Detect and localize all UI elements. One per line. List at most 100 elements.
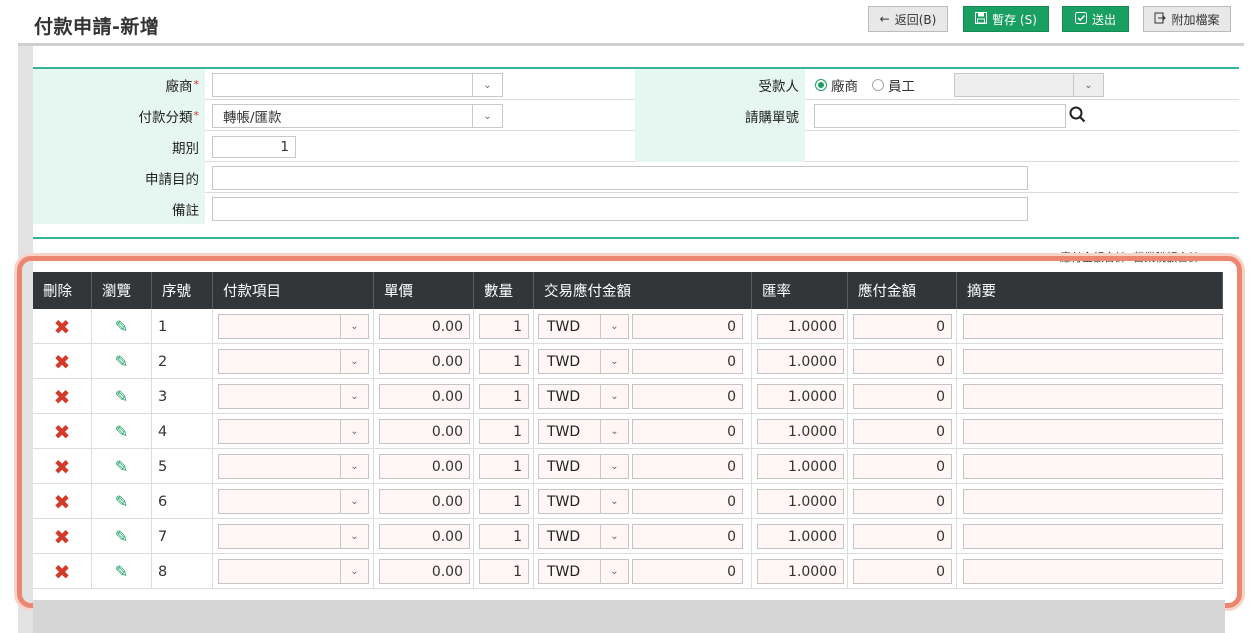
qty-input[interactable]: 1 bbox=[479, 314, 529, 339]
chevron-down-icon[interactable]: ⌄ bbox=[340, 350, 368, 373]
close-x-icon[interactable]: ✖ bbox=[54, 525, 71, 549]
pay-item-select[interactable]: ⌄ bbox=[218, 419, 369, 444]
payee-detail-select[interactable]: ⌄ bbox=[954, 73, 1104, 97]
unit-price-input[interactable]: 0.00 bbox=[379, 349, 470, 374]
rate-input[interactable]: 1.0000 bbox=[757, 454, 844, 479]
rate-input[interactable]: 1.0000 bbox=[757, 419, 844, 444]
chevron-down-icon[interactable]: ⌄ bbox=[1073, 74, 1103, 96]
close-x-icon[interactable]: ✖ bbox=[54, 315, 71, 339]
currency-select[interactable]: TWD ⌄ bbox=[538, 349, 629, 374]
chevron-down-icon[interactable]: ⌄ bbox=[600, 385, 628, 408]
chevron-down-icon[interactable]: ⌄ bbox=[340, 420, 368, 443]
summary-input[interactable] bbox=[963, 524, 1223, 549]
chevron-down-icon[interactable]: ⌄ bbox=[340, 525, 368, 548]
pencil-icon[interactable]: ✎ bbox=[115, 492, 128, 511]
qty-input[interactable]: 1 bbox=[479, 559, 529, 584]
rate-input[interactable]: 1.0000 bbox=[757, 489, 844, 514]
unit-price-input[interactable]: 0.00 bbox=[379, 314, 470, 339]
pay-item-select[interactable]: ⌄ bbox=[218, 454, 369, 479]
payable-input[interactable]: 0 bbox=[853, 419, 952, 444]
period-input[interactable]: 1 bbox=[212, 136, 296, 158]
payable-input[interactable]: 0 bbox=[853, 489, 952, 514]
unit-price-input[interactable]: 0.00 bbox=[379, 419, 470, 444]
qty-input[interactable]: 1 bbox=[479, 419, 529, 444]
txn-amount-input[interactable]: 0 bbox=[632, 454, 743, 479]
close-x-icon[interactable]: ✖ bbox=[54, 560, 71, 584]
chevron-down-icon[interactable]: ⌄ bbox=[600, 490, 628, 513]
currency-select[interactable]: TWD ⌄ bbox=[538, 489, 629, 514]
pencil-icon[interactable]: ✎ bbox=[115, 387, 128, 406]
rate-input[interactable]: 1.0000 bbox=[757, 384, 844, 409]
close-x-icon[interactable]: ✖ bbox=[54, 490, 71, 514]
currency-select[interactable]: TWD ⌄ bbox=[538, 384, 629, 409]
pay-item-select[interactable]: ⌄ bbox=[218, 559, 369, 584]
txn-amount-input[interactable]: 0 bbox=[632, 384, 743, 409]
chevron-down-icon[interactable]: ⌄ bbox=[340, 455, 368, 478]
chevron-down-icon[interactable]: ⌄ bbox=[340, 385, 368, 408]
rate-input[interactable]: 1.0000 bbox=[757, 524, 844, 549]
pencil-icon[interactable]: ✎ bbox=[115, 457, 128, 476]
remark-input[interactable] bbox=[212, 197, 1028, 221]
vendor-select[interactable]: ⌄ bbox=[212, 73, 503, 97]
pay-item-select[interactable]: ⌄ bbox=[218, 524, 369, 549]
summary-input[interactable] bbox=[963, 489, 1223, 514]
rate-input[interactable]: 1.0000 bbox=[757, 349, 844, 374]
rate-input[interactable]: 1.0000 bbox=[757, 559, 844, 584]
submit-button[interactable]: 送出 bbox=[1062, 6, 1129, 32]
purpose-input[interactable] bbox=[212, 166, 1028, 190]
back-button[interactable]: ← 返回(B) bbox=[868, 6, 948, 32]
pr-no-input[interactable] bbox=[814, 104, 1066, 128]
unit-price-input[interactable]: 0.00 bbox=[379, 559, 470, 584]
pay-item-select[interactable]: ⌄ bbox=[218, 349, 369, 374]
txn-amount-input[interactable]: 0 bbox=[632, 559, 743, 584]
pencil-icon[interactable]: ✎ bbox=[115, 352, 128, 371]
chevron-down-icon[interactable]: ⌄ bbox=[600, 560, 628, 583]
currency-select[interactable]: TWD ⌄ bbox=[538, 454, 629, 479]
search-icon[interactable] bbox=[1069, 106, 1086, 127]
chevron-down-icon[interactable]: ⌄ bbox=[340, 490, 368, 513]
close-x-icon[interactable]: ✖ bbox=[54, 420, 71, 444]
save-draft-button[interactable]: 暫存 (S) bbox=[963, 6, 1049, 32]
close-x-icon[interactable]: ✖ bbox=[54, 350, 71, 374]
chevron-down-icon[interactable]: ⌄ bbox=[600, 350, 628, 373]
summary-input[interactable] bbox=[963, 419, 1223, 444]
qty-input[interactable]: 1 bbox=[479, 349, 529, 374]
chevron-down-icon[interactable]: ⌄ bbox=[472, 105, 502, 127]
currency-select[interactable]: TWD ⌄ bbox=[538, 559, 629, 584]
unit-price-input[interactable]: 0.00 bbox=[379, 454, 470, 479]
close-x-icon[interactable]: ✖ bbox=[54, 455, 71, 479]
pencil-icon[interactable]: ✎ bbox=[115, 527, 128, 546]
pay-item-select[interactable]: ⌄ bbox=[218, 384, 369, 409]
category-select[interactable]: 轉帳/匯款 ⌄ bbox=[212, 104, 503, 128]
currency-select[interactable]: TWD ⌄ bbox=[538, 524, 629, 549]
rate-input[interactable]: 1.0000 bbox=[757, 314, 844, 339]
chevron-down-icon[interactable]: ⌄ bbox=[600, 525, 628, 548]
txn-amount-input[interactable]: 0 bbox=[632, 419, 743, 444]
pencil-icon[interactable]: ✎ bbox=[115, 422, 128, 441]
payable-input[interactable]: 0 bbox=[853, 524, 952, 549]
chevron-down-icon[interactable]: ⌄ bbox=[340, 315, 368, 338]
chevron-down-icon[interactable]: ⌄ bbox=[472, 74, 502, 96]
txn-amount-input[interactable]: 0 bbox=[632, 489, 743, 514]
pay-item-select[interactable]: ⌄ bbox=[218, 314, 369, 339]
txn-amount-input[interactable]: 0 bbox=[632, 349, 743, 374]
qty-input[interactable]: 1 bbox=[479, 524, 529, 549]
payable-input[interactable]: 0 bbox=[853, 454, 952, 479]
chevron-down-icon[interactable]: ⌄ bbox=[340, 560, 368, 583]
chevron-down-icon[interactable]: ⌄ bbox=[600, 315, 628, 338]
unit-price-input[interactable]: 0.00 bbox=[379, 489, 470, 514]
payee-radio-vendor[interactable]: 廠商 bbox=[815, 75, 858, 95]
unit-price-input[interactable]: 0.00 bbox=[379, 524, 470, 549]
payable-input[interactable]: 0 bbox=[853, 384, 952, 409]
summary-input[interactable] bbox=[963, 559, 1223, 584]
summary-input[interactable] bbox=[963, 454, 1223, 479]
payable-input[interactable]: 0 bbox=[853, 559, 952, 584]
currency-select[interactable]: TWD ⌄ bbox=[538, 314, 629, 339]
summary-input[interactable] bbox=[963, 384, 1223, 409]
payee-radio-employee[interactable]: 員工 bbox=[872, 75, 915, 95]
qty-input[interactable]: 1 bbox=[479, 384, 529, 409]
txn-amount-input[interactable]: 0 bbox=[632, 524, 743, 549]
payable-input[interactable]: 0 bbox=[853, 314, 952, 339]
pencil-icon[interactable]: ✎ bbox=[115, 562, 128, 581]
close-x-icon[interactable]: ✖ bbox=[54, 385, 71, 409]
